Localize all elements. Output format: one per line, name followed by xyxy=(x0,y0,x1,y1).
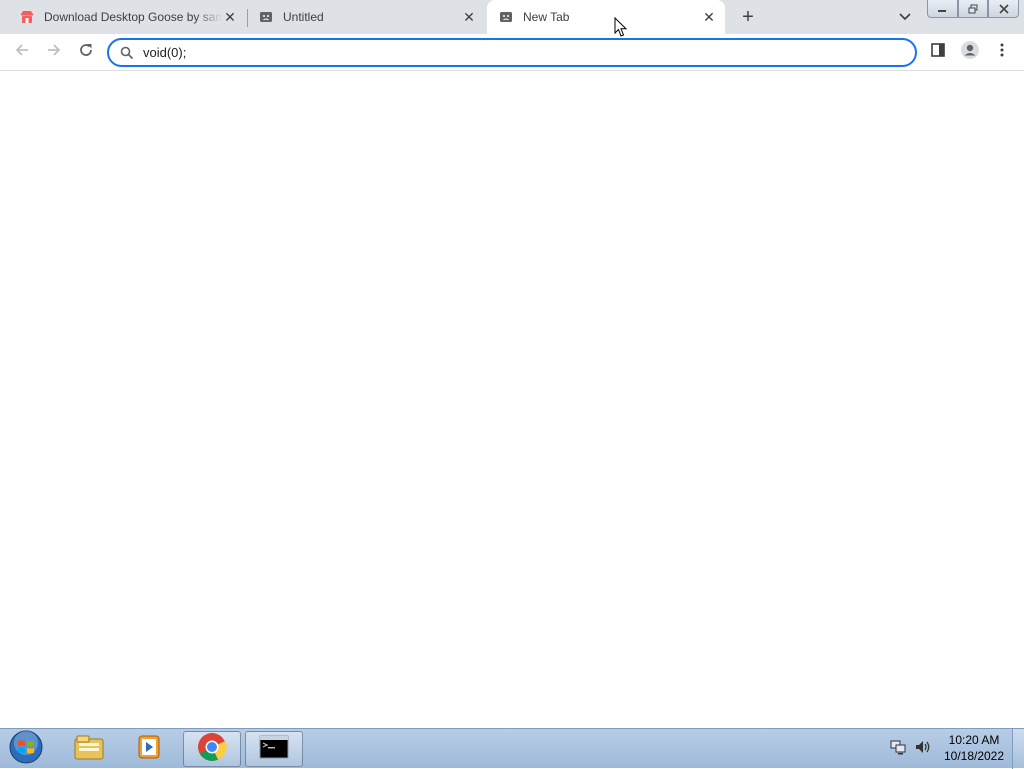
windows-explorer-icon xyxy=(73,733,105,766)
start-button[interactable] xyxy=(6,730,46,769)
profile-button[interactable] xyxy=(956,38,984,66)
taskbar-media-player[interactable] xyxy=(120,731,178,767)
tab-search-chevron-icon[interactable] xyxy=(894,6,916,28)
new-tab-button[interactable]: + xyxy=(736,5,760,29)
browser-toolbar xyxy=(0,34,1024,71)
taskbar: 10:20 AM 10/18/2022 xyxy=(0,728,1024,769)
system-tray xyxy=(886,731,936,767)
side-panel-button[interactable] xyxy=(924,38,952,66)
tab-title: Download Desktop Goose by sam xyxy=(44,10,222,24)
media-player-icon xyxy=(135,733,163,766)
tab-untitled[interactable]: Untitled ✕ xyxy=(249,0,485,34)
tab-strip: Download Desktop Goose by sam ✕ Untitled… xyxy=(0,0,1024,34)
menu-button[interactable] xyxy=(988,38,1016,66)
sad-face-page-icon xyxy=(259,10,273,24)
close-window-button[interactable] xyxy=(988,0,1020,18)
mouse-cursor-icon xyxy=(614,16,628,38)
close-tab-icon[interactable]: ✕ xyxy=(701,9,717,25)
chrome-icon xyxy=(197,732,227,767)
address-bar[interactable] xyxy=(107,38,917,67)
clock-date: 10/18/2022 xyxy=(943,749,1005,763)
volume-icon[interactable] xyxy=(914,739,932,760)
kebab-menu-icon xyxy=(1000,43,1004,62)
sad-face-page-icon xyxy=(499,10,513,24)
search-icon xyxy=(119,45,135,61)
side-panel-icon xyxy=(931,42,945,62)
itch-io-icon xyxy=(20,10,34,24)
forward-button[interactable] xyxy=(40,38,68,66)
close-tab-icon[interactable]: ✕ xyxy=(461,9,477,25)
tab-title: New Tab xyxy=(523,10,570,24)
clock-time: 10:20 AM xyxy=(948,733,1000,747)
taskbar-command-prompt[interactable] xyxy=(245,731,303,767)
command-prompt-icon xyxy=(259,735,289,764)
back-button[interactable] xyxy=(8,38,36,66)
minimize-button[interactable] xyxy=(927,0,958,18)
reload-button[interactable] xyxy=(72,38,100,66)
page-content xyxy=(0,71,1024,728)
taskbar-explorer[interactable] xyxy=(60,731,118,767)
back-arrow-icon xyxy=(14,42,30,63)
tab-download-desktop-goose[interactable]: Download Desktop Goose by sam ✕ xyxy=(10,0,246,34)
window-controls xyxy=(927,0,1020,18)
show-desktop-button[interactable] xyxy=(1012,729,1024,769)
address-input[interactable] xyxy=(143,45,883,60)
windows-start-orb-icon xyxy=(9,730,43,769)
tab-title: Untitled xyxy=(283,10,324,24)
restore-button[interactable] xyxy=(957,0,989,18)
reload-icon xyxy=(78,42,94,63)
tab-separator xyxy=(247,9,248,27)
taskbar-clock[interactable]: 10:20 AM 10/18/2022 xyxy=(938,732,1010,766)
network-icon[interactable] xyxy=(890,739,906,760)
profile-avatar-icon xyxy=(960,40,980,65)
taskbar-chrome[interactable] xyxy=(183,731,241,767)
forward-arrow-icon xyxy=(46,42,62,63)
tab-new-tab[interactable]: New Tab ✕ xyxy=(487,0,725,34)
close-tab-icon[interactable]: ✕ xyxy=(222,9,238,25)
